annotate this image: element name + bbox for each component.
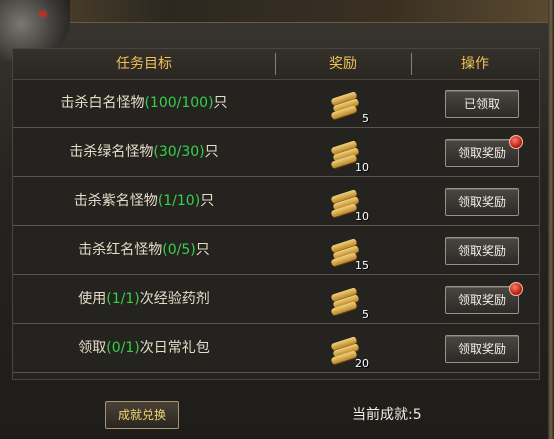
dragon-eye	[40, 12, 46, 16]
claim-reward-button[interactable]: 领取奖励	[445, 135, 523, 167]
table-row: 领取(0/1)次日常礼包 20 领取奖励	[13, 324, 539, 373]
header-reward: 奖励	[329, 56, 357, 72]
task-description: 击杀白名怪物(100/100)只	[60, 95, 228, 111]
reward-count: 5	[362, 308, 369, 321]
claim-reward-button[interactable]: 领取奖励	[445, 237, 519, 265]
reward-count: 10	[355, 210, 369, 223]
task-description: 领取(0/1)次日常礼包	[78, 340, 210, 356]
task-description: 使用(1/1)次经验药剂	[78, 291, 210, 307]
task-progress: (1/10)	[157, 193, 201, 209]
task-progress: (0/1)	[106, 340, 140, 356]
scroll-bundle-icon: 10	[329, 187, 369, 223]
current-achievement-label: 当前成就:5	[352, 407, 422, 423]
reward-count: 15	[355, 259, 369, 272]
window-top-border	[0, 0, 554, 23]
scroll-bundle-icon: 15	[329, 236, 369, 272]
claim-reward-button[interactable]: 领取奖励	[445, 335, 519, 363]
task-progress: (0/5)	[162, 242, 196, 258]
task-window: 任务目标 奖励 操作 击杀白名怪物(100/100)只 5 已领取 击杀绿名怪物…	[0, 0, 554, 439]
task-progress: (100/100)	[144, 95, 214, 111]
table-row: 击杀红名怪物(0/5)只 15 领取奖励	[13, 226, 539, 275]
task-description: 击杀红名怪物(0/5)只	[78, 242, 210, 258]
scroll-bundle-icon: 5	[329, 89, 369, 125]
scroll-bundle-icon: 20	[329, 334, 369, 370]
table-row: 使用(1/1)次经验药剂 5 领取奖励	[13, 275, 539, 324]
table-header: 任务目标 奖励 操作	[13, 49, 539, 80]
header-action: 操作	[461, 56, 489, 72]
header-task-target: 任务目标	[116, 56, 172, 72]
red-dot-icon	[509, 135, 523, 149]
task-description: 击杀紫名怪物(1/10)只	[73, 193, 215, 209]
table-row: 击杀白名怪物(100/100)只 5 已领取	[13, 79, 539, 128]
claim-reward-button[interactable]: 领取奖励	[445, 282, 523, 314]
reward-count: 10	[355, 161, 369, 174]
task-progress: (1/1)	[106, 291, 140, 307]
task-progress: (30/30)	[153, 144, 205, 160]
window-right-border	[548, 0, 554, 439]
scroll-bundle-icon: 10	[329, 138, 369, 174]
task-description: 击杀绿名怪物(30/30)只	[69, 144, 219, 160]
scroll-bundle-icon: 5	[329, 285, 369, 321]
achievement-exchange-button[interactable]: 成就兑换	[105, 401, 179, 429]
claimed-button[interactable]: 已领取	[445, 90, 519, 118]
reward-count: 5	[362, 112, 369, 125]
claim-reward-button[interactable]: 领取奖励	[445, 188, 519, 216]
table-row: 击杀紫名怪物(1/10)只 10 领取奖励	[13, 177, 539, 226]
red-dot-icon	[509, 282, 523, 296]
task-table: 任务目标 奖励 操作 击杀白名怪物(100/100)只 5 已领取 击杀绿名怪物…	[12, 48, 540, 380]
next-row-partial	[13, 379, 539, 380]
reward-count: 20	[355, 357, 369, 370]
table-row: 击杀绿名怪物(30/30)只 10 领取奖励	[13, 128, 539, 177]
